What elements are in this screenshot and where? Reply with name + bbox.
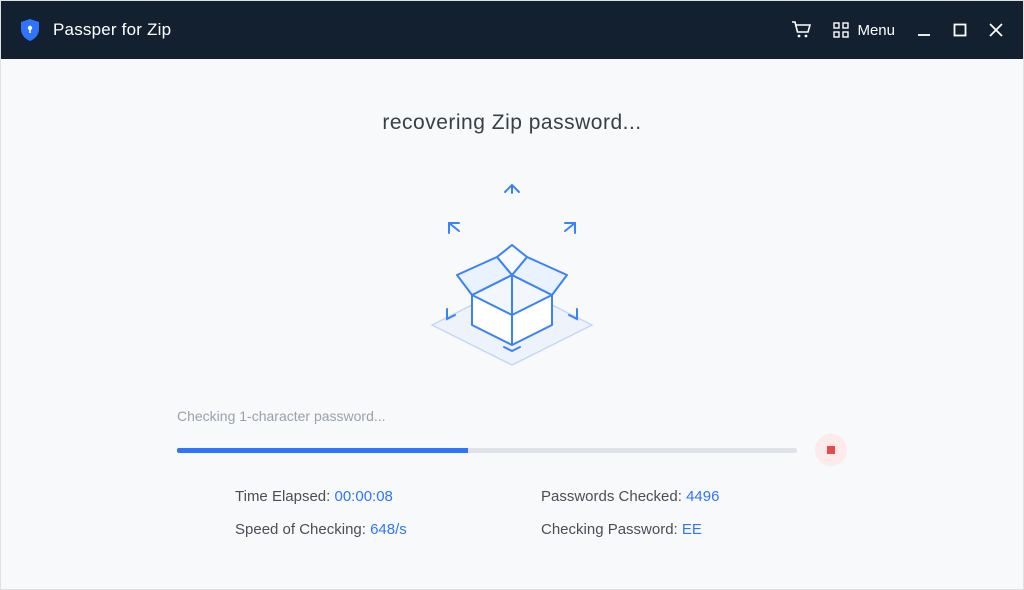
stats-col-right: Passwords Checked: 4496 Checking Passwor… bbox=[541, 488, 847, 538]
titlebar-left: Passper for Zip bbox=[19, 18, 171, 42]
stats-grid: Time Elapsed: 00:00:08 Speed of Checking… bbox=[177, 488, 847, 538]
titlebar: Passper for Zip Menu bbox=[1, 1, 1023, 59]
box-illustration bbox=[397, 175, 627, 380]
minimize-button[interactable] bbox=[917, 23, 931, 37]
menu-button[interactable]: Menu bbox=[833, 22, 895, 39]
cart-icon[interactable] bbox=[791, 21, 811, 39]
app-window: Passper for Zip Menu bbox=[0, 0, 1024, 590]
progress-fill bbox=[177, 448, 468, 453]
menu-label: Menu bbox=[857, 22, 895, 39]
stat-value: 00:00:08 bbox=[335, 488, 393, 505]
titlebar-right: Menu bbox=[791, 21, 1003, 39]
stat-checking-password: Checking Password: EE bbox=[541, 521, 847, 538]
progress-row bbox=[177, 434, 847, 466]
stat-label: Time Elapsed: bbox=[235, 488, 335, 505]
maximize-button[interactable] bbox=[953, 23, 967, 37]
app-title: Passper for Zip bbox=[53, 20, 171, 40]
stop-button[interactable] bbox=[815, 434, 847, 466]
stat-label: Speed of Checking: bbox=[235, 521, 370, 538]
progress-bar bbox=[177, 448, 797, 453]
page-headline: recovering Zip password... bbox=[382, 111, 641, 135]
progress-status-text: Checking 1-character password... bbox=[177, 408, 847, 424]
grid-icon bbox=[833, 22, 849, 38]
stats-col-left: Time Elapsed: 00:00:08 Speed of Checking… bbox=[235, 488, 541, 538]
stat-time-elapsed: Time Elapsed: 00:00:08 bbox=[235, 488, 541, 505]
stat-speed: Speed of Checking: 648/s bbox=[235, 521, 541, 538]
stat-value: EE bbox=[682, 521, 702, 538]
stat-label: Passwords Checked: bbox=[541, 488, 686, 505]
stat-passwords-checked: Passwords Checked: 4496 bbox=[541, 488, 847, 505]
close-button[interactable] bbox=[989, 23, 1003, 37]
stat-label: Checking Password: bbox=[541, 521, 682, 538]
stat-value: 4496 bbox=[686, 488, 719, 505]
progress-section: Checking 1-character password... Time El… bbox=[177, 408, 847, 538]
content-area: recovering Zip password... bbox=[1, 59, 1023, 589]
stat-value: 648/s bbox=[370, 521, 407, 538]
stop-icon bbox=[827, 446, 835, 454]
app-shield-icon bbox=[19, 18, 41, 42]
